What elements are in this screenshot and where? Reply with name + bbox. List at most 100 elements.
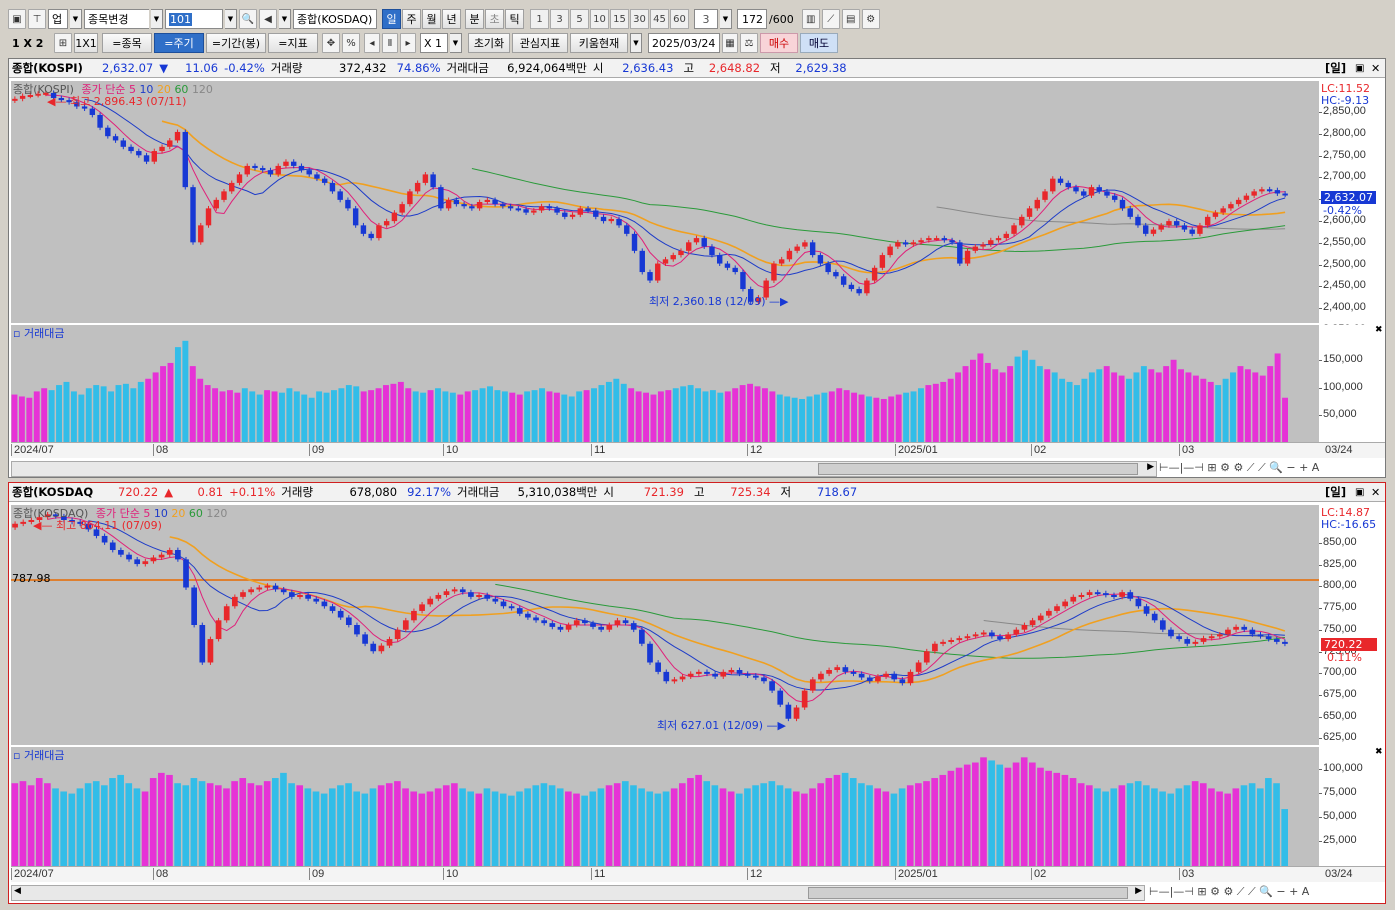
grid-icon[interactable]: ⊞ [54, 33, 72, 53]
candle-type-icon[interactable]: ▥ [801, 9, 820, 29]
minute-10[interactable]: 10 [590, 9, 609, 29]
kospi-volume-close-icon[interactable]: ✖ [1375, 325, 1383, 335]
buy-button[interactable]: 매수 [760, 33, 798, 53]
pause-icon[interactable]: Ⅱ [382, 33, 398, 53]
x-tick-label: 03 [1179, 444, 1194, 456]
count-input[interactable]: 3 [694, 9, 718, 29]
init-button[interactable]: 초기화 [468, 33, 510, 53]
prev-icon[interactable]: ◂ [364, 33, 380, 53]
zoom-dropdown-icon[interactable]: ▼ [450, 33, 462, 53]
stock-button[interactable]: =종목 [102, 33, 152, 53]
minute-5[interactable]: 5 [570, 9, 589, 29]
kosdaq-maximize-icon[interactable]: ▣ [1355, 487, 1364, 498]
x-tick-label: 10 [443, 868, 458, 880]
kosdaq-price-plot[interactable] [11, 505, 1319, 745]
kosdaq-scroll-thumb[interactable] [808, 887, 1128, 899]
code-dropdown-icon[interactable]: ▼ [225, 9, 237, 29]
kiwoom-dropdown-icon[interactable]: ▼ [630, 33, 642, 53]
minute-15[interactable]: 15 [610, 9, 629, 29]
kosdaq-volume-plot[interactable] [11, 747, 1319, 866]
scale-icon[interactable]: ⚖ [740, 33, 758, 53]
sound-icon[interactable]: ◀ [259, 9, 277, 29]
candle-body [895, 242, 901, 247]
bar-count-input[interactable]: 172 [737, 9, 767, 29]
kosdaq-volume-close-icon[interactable]: ✖ [1375, 747, 1383, 757]
code-menu-select[interactable]: 종목변경 [84, 9, 149, 29]
calendar-icon[interactable]: ▦ [722, 33, 738, 53]
kospi-bottom-tools[interactable]: ⊢—|—⊣ ⊞ ⚙ ⚙ ⟋ ⟋ 🔍 − + A [1159, 461, 1319, 475]
candle-body [414, 182, 421, 192]
indicator-button[interactable]: =지표 [268, 33, 318, 53]
date-input[interactable]: 2025/03/24 [648, 33, 720, 53]
market-select[interactable]: 업 [48, 9, 68, 29]
kospi-scrollbar[interactable]: ▶ [11, 461, 1157, 477]
volume-bar [556, 788, 564, 866]
candle-body [557, 626, 564, 630]
volume-bar [906, 785, 914, 866]
candle-body [1143, 606, 1150, 614]
tab-period-month[interactable]: 월 [422, 9, 441, 29]
zoom-select[interactable]: X 1 [420, 33, 448, 53]
y-tick-mark [1319, 673, 1322, 675]
kospi-scroll-right-icon[interactable]: ▶ [1147, 462, 1154, 472]
layout-label[interactable]: 1 X 2 [8, 37, 52, 50]
kospi-volume-plot[interactable] [11, 325, 1319, 442]
kosdaq-scroll-right-icon[interactable]: ▶ [1135, 886, 1142, 896]
tab-period-week[interactable]: 주 [402, 9, 421, 29]
kosdaq-scrollbar[interactable]: ◀ ▶ [11, 885, 1145, 901]
volume-bar [739, 385, 746, 442]
sound-dropdown-icon[interactable]: ▼ [279, 9, 291, 29]
next-icon[interactable]: ▸ [400, 33, 416, 53]
volume-bar [825, 778, 833, 866]
candle-body [1127, 208, 1133, 217]
period-button[interactable]: =주기 [154, 33, 204, 53]
save-icon[interactable]: ▤ [841, 9, 860, 29]
market-dropdown-icon[interactable]: ▼ [70, 9, 82, 29]
window-icon[interactable]: ▣ [8, 9, 26, 29]
volume-bar [1230, 372, 1236, 442]
candle-body [622, 620, 629, 624]
tab-period-second[interactable]: 초 [485, 9, 504, 29]
trend-line-icon[interactable]: ⟋ [821, 9, 840, 29]
code-input[interactable]: 101 [165, 9, 223, 29]
candle-body [686, 242, 692, 251]
grid-button[interactable]: 1X1 [74, 33, 98, 53]
volume-bar [735, 793, 743, 866]
volume-bar [92, 781, 100, 866]
kosdaq-scroll-left-icon[interactable]: ◀ [14, 886, 21, 896]
volume-bar [182, 785, 190, 866]
kospi-maximize-icon[interactable]: ▣ [1355, 63, 1364, 74]
count-dropdown-icon[interactable]: ▼ [720, 9, 732, 29]
minute-30[interactable]: 30 [630, 9, 649, 29]
settings-icon[interactable]: ⚙ [861, 9, 880, 29]
pin-icon[interactable]: ⊤ [28, 9, 46, 29]
minute-60[interactable]: 60 [670, 9, 689, 29]
minute-1[interactable]: 1 [530, 9, 549, 29]
tab-period-minute[interactable]: 분 [465, 9, 484, 29]
sell-button[interactable]: 매도 [800, 33, 838, 53]
x-tick-label: 08 [153, 868, 168, 880]
kosdaq-close-icon[interactable]: ✕ [1371, 486, 1380, 499]
tab-period-year[interactable]: 년 [442, 9, 461, 29]
minute-45[interactable]: 45 [650, 9, 669, 29]
kiwoom-current-button[interactable]: 키움현재 [570, 33, 628, 53]
favorite-indicator-button[interactable]: 관심지표 [512, 33, 568, 53]
range-button[interactable]: =기간(봉) [206, 33, 266, 53]
search-icon[interactable]: 🔍 [239, 9, 257, 29]
candle-body [724, 263, 731, 268]
crosshair-icon[interactable]: ✥ [322, 33, 340, 53]
kospi-price-plot[interactable] [11, 81, 1319, 323]
kospi-close-icon[interactable]: ✕ [1371, 62, 1380, 75]
tab-period-tick[interactable]: 틱 [505, 9, 524, 29]
kospi-scroll-thumb[interactable] [818, 463, 1138, 475]
code-menu-dropdown-icon[interactable]: ▼ [151, 9, 163, 29]
tab-period-day[interactable]: 일 [382, 9, 401, 29]
kosdaq-bottom-tools[interactable]: ⊢—|—⊣ ⊞ ⚙ ⚙ ⟋ ⟋ 🔍 − + A [1149, 885, 1309, 899]
percent-button[interactable]: % [342, 33, 360, 53]
minute-3[interactable]: 3 [550, 9, 569, 29]
candle-body [1176, 636, 1182, 640]
volume-bar [635, 391, 642, 442]
volume-bar [304, 788, 312, 866]
kospi-low-note: 최저 2,360.18 (12/09) —▶ [649, 295, 789, 308]
volume-bar [368, 390, 375, 442]
